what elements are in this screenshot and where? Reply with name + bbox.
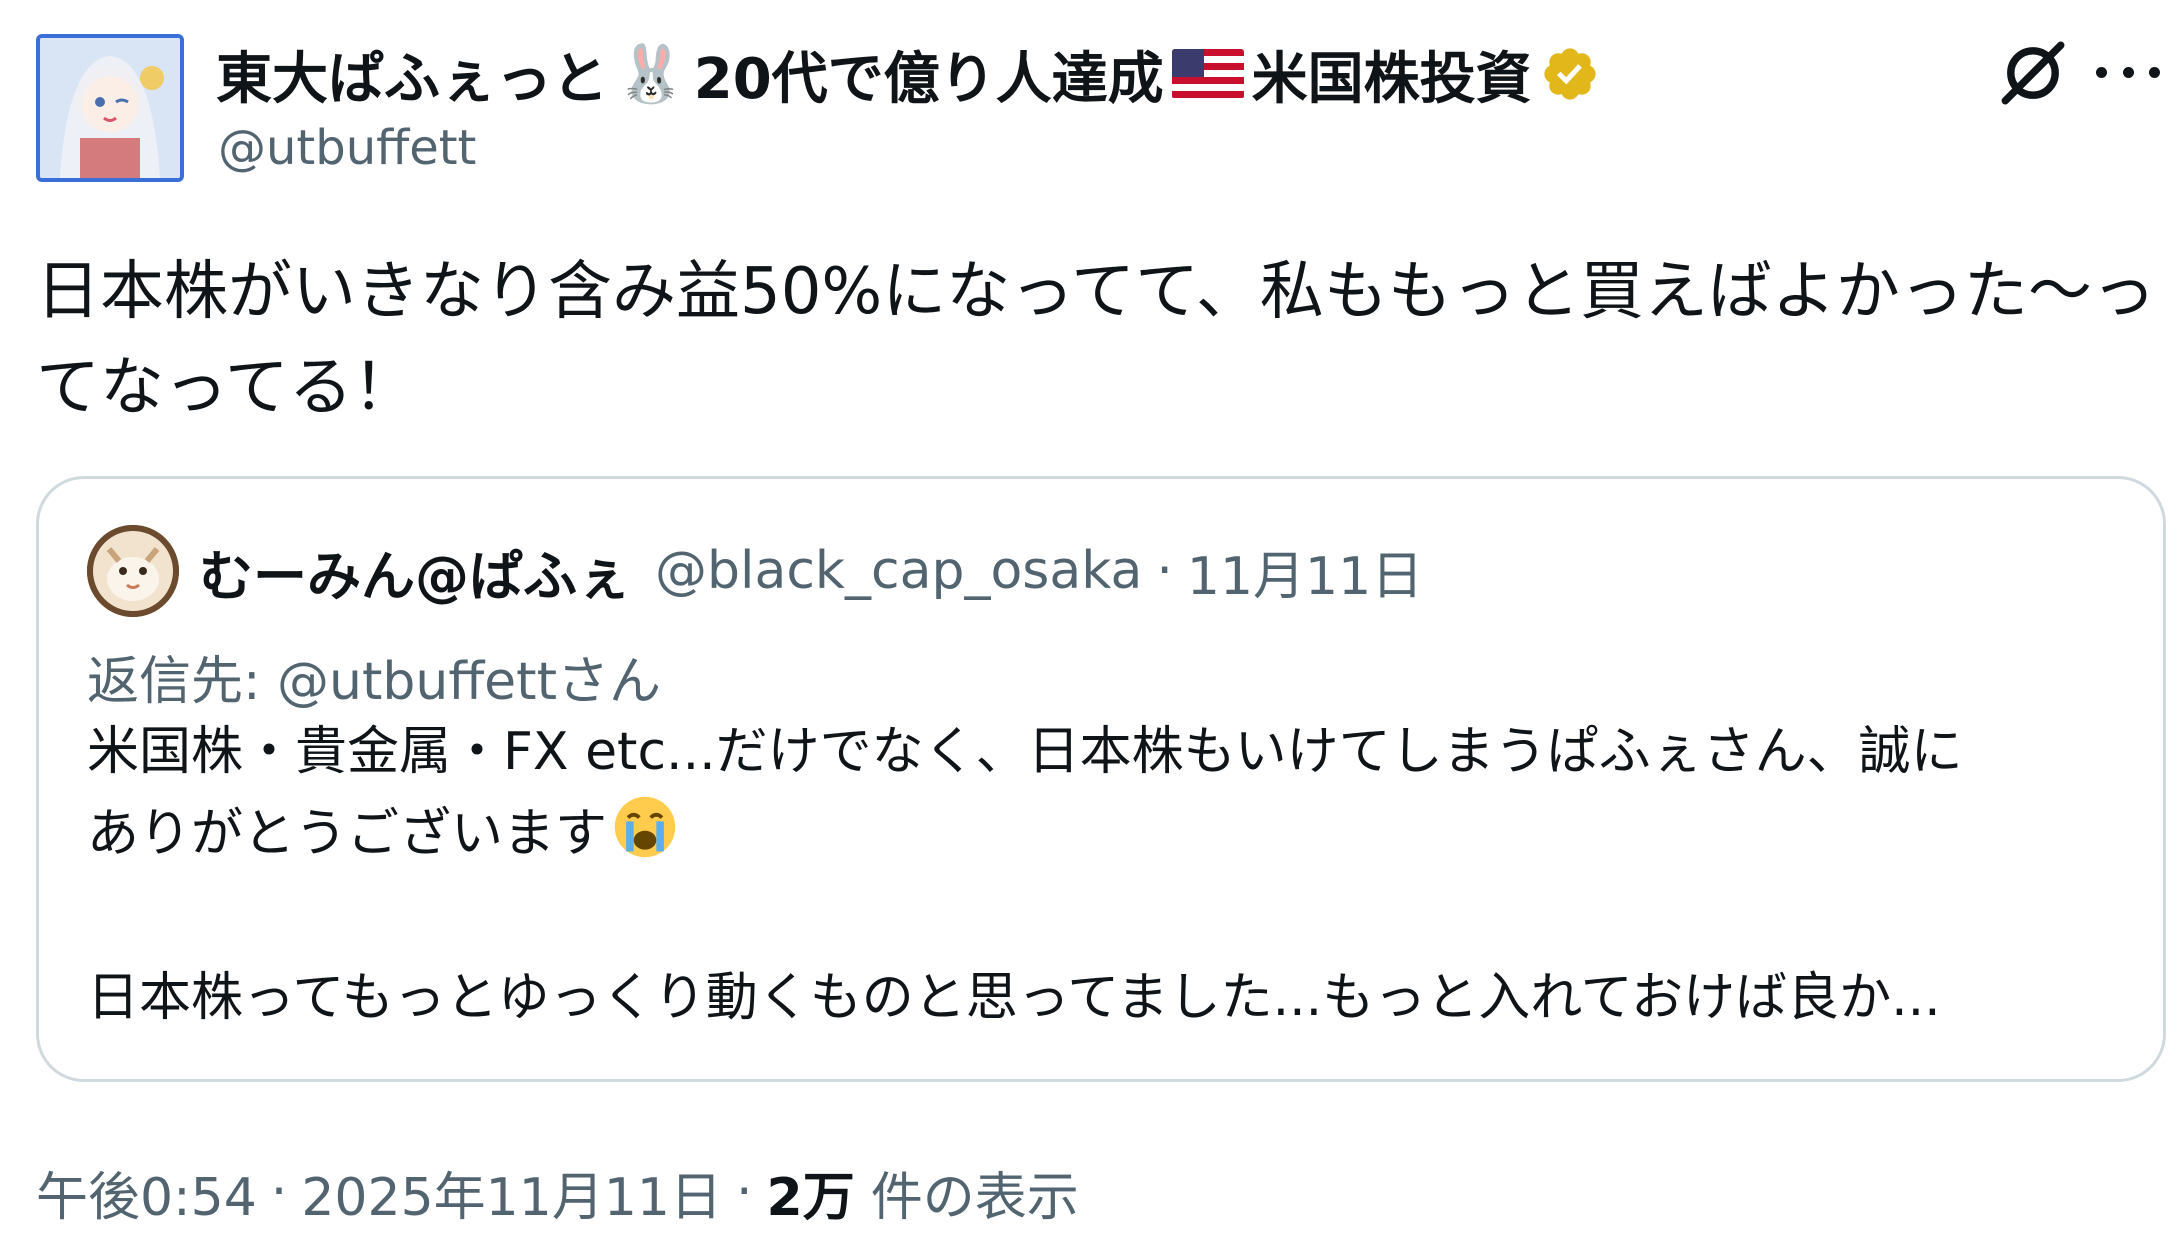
meta-separator: ·	[270, 1162, 288, 1222]
quoted-text-line: ありがとうございます	[87, 793, 2127, 875]
quoted-text-line: 米国株・貴金属・FX etc...だけでなく、日本株もいけてしまうぱふぇさん、誠…	[87, 722, 1963, 782]
quoted-tweet-card[interactable]: むーみん@ぱふぇ @black_cap_osaka · 11月11日 返信先: …	[36, 476, 2166, 1082]
author-avatar[interactable]	[36, 34, 184, 182]
grok-icon[interactable]	[1996, 36, 2070, 110]
more-options-icon[interactable]	[2096, 48, 2160, 96]
quoted-date[interactable]: 11月11日	[1187, 534, 1423, 609]
quoted-author-handle[interactable]: @black_cap_osaka	[655, 541, 1142, 601]
us-flag-icon	[1171, 49, 1244, 99]
author-handle[interactable]: @utbuffett	[218, 120, 476, 176]
tweet-detail: 東大ぱふぇっと 🐰 20代で億り人達成 米国株投資 @utbuffett 日本株…	[0, 0, 2182, 1237]
tweet-text: 日本株がいきなり含み益50%になってて、私ももっと買えばよかった〜っ てなってる…	[36, 244, 2156, 436]
crying-face-emoji-icon	[614, 796, 676, 858]
quoted-reply-to[interactable]: 返信先: @utbuffettさん	[87, 639, 661, 714]
verified-badge-icon[interactable]	[1540, 44, 1600, 104]
tweet-meta: 午後0:54 · 2025年11月11日 · 2万 件の表示	[36, 1156, 1079, 1228]
rabbit-emoji-icon: 🐰	[616, 42, 686, 107]
quoted-text-line: 日本株ってもっとゆっくり動くものと思ってました...もっと入れておけば良か...	[87, 968, 1941, 1028]
author-name[interactable]: 東大ぱふぇっと 🐰 20代で億り人達成 米国株投資	[216, 38, 1600, 112]
tweet-text-line: てなってる！	[36, 351, 417, 425]
quoted-author-name[interactable]: むーみん@ぱふぇ	[199, 532, 631, 611]
author-name-part3: 米国株投資	[1251, 46, 1532, 112]
meta-separator: ·	[736, 1162, 753, 1222]
views-label: 件の表示	[870, 1167, 1079, 1228]
tweet-text-line: 日本株がいきなり含み益50%になってて、私ももっと買えばよかった〜っ	[36, 255, 2156, 329]
post-time[interactable]: 午後0:54	[36, 1155, 257, 1230]
author-name-part1: 東大ぱふぇっと	[216, 46, 608, 112]
quoted-separator: ·	[1156, 541, 1173, 601]
quoted-tweet-header: むーみん@ぱふぇ @black_cap_osaka · 11月11日	[199, 534, 1423, 609]
quoted-tweet-text: 米国株・貴金属・FX etc...だけでなく、日本株もいけてしまうぱふぇさん、誠…	[87, 711, 2127, 1039]
quoted-author-avatar-image	[87, 525, 179, 617]
views-count[interactable]: 2万	[767, 1155, 855, 1230]
author-name-part2: 20代で億り人達成	[693, 46, 1164, 112]
quoted-author-avatar[interactable]	[87, 525, 179, 617]
author-avatar-image	[40, 38, 180, 178]
post-date[interactable]: 2025年11月11日	[301, 1155, 722, 1230]
